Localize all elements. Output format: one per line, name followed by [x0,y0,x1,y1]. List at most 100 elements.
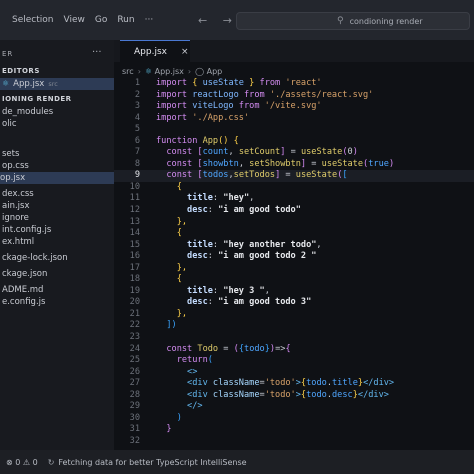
file-tree-item[interactable]: ckage-lock.json [2,252,68,264]
code-line[interactable]: 22 ]) [114,320,474,332]
open-editor-item[interactable]: ⚛ App.jsx src [0,78,114,90]
code-token: ( [207,355,213,366]
code-token: import [156,112,193,123]
command-center[interactable]: ⚲ condioning render [236,12,470,30]
code-line[interactable]: 3 import viteLogo from '/vite.svg' [114,101,474,113]
code-line[interactable]: 15 title: "hey another todo", [114,240,474,252]
code-token: { [192,78,203,88]
file-tree-item[interactable]: int.config.js [2,224,51,236]
code-line[interactable]: 12 desc: "i am good todo" [114,205,474,217]
code-text: }, [156,263,187,275]
menu-run[interactable]: Run [117,15,134,25]
menu-selection[interactable]: Selection [12,15,53,25]
code-token: '/vite.svg' [264,101,322,112]
file-tree-item[interactable]: ain.jsx [2,200,29,212]
line-number: 27 [129,378,140,389]
menu-go[interactable]: Go [95,15,107,25]
file-tree-item[interactable]: ADME.md [2,284,43,296]
code-token: 'react' [285,78,322,88]
code-line[interactable]: 16 desc: "i am good todo 2 " [114,251,474,263]
close-icon[interactable]: × [181,47,189,57]
project-section[interactable]: IONING RENDER [2,95,72,103]
code-line[interactable]: 28 <div className='todo'>{todo.desc}</di… [114,390,474,402]
line-number: 28 [129,389,140,400]
code-token: "hey" [223,193,250,204]
code-token: { [176,228,182,239]
code-token: "i am good todo 2 " [218,251,317,262]
file-tree-item[interactable]: dex.css [2,188,34,200]
breadcrumb-file[interactable]: App.jsx [155,67,184,76]
breadcrumb: src › ⚛ App.jsx › ◯ App [122,67,222,76]
line-number: 20 [129,297,140,308]
code-text: }, [156,217,187,229]
code-token: <> [187,366,198,377]
code-view[interactable]: 1 import { useState } from 'react' 2 import… [114,78,474,448]
breadcrumb-src[interactable]: src [122,67,134,76]
code-line[interactable]: 30 ) [114,413,474,425]
code-line[interactable]: 23 [114,332,474,344]
file-tree-item[interactable]: olic [2,118,17,130]
code-token: "i am good todo 3" [218,297,312,308]
code-line[interactable]: 8 const [showbtn, setShowbtn] = useState… [114,159,474,171]
react-file-icon: ⚛ [2,79,10,88]
line-number: 1 [134,78,140,88]
code-line[interactable]: 29 </> [114,401,474,413]
code-line[interactable]: 32 [114,436,474,448]
code-line[interactable]: 20 desc: "i am good todo 3" [114,297,474,309]
code-token: </> [187,401,203,412]
code-line[interactable]: 13 }, [114,217,474,229]
code-text: <div className='todo'>{todo.title}</div> [156,378,394,390]
code-line[interactable]: 9 const [todos,setTodos] = useState([ [114,170,474,182]
line-number: 4 [134,112,140,123]
code-line[interactable]: 19 title: "hey 3 ", [114,286,474,298]
file-tree-item[interactable]: op.css [2,160,29,172]
file-tree-item[interactable]: sets [2,148,19,160]
file-tree-item[interactable]: op.jsx [0,172,114,184]
code-line[interactable]: 25 return( [114,355,474,367]
line-number: 31 [129,424,140,435]
code-line[interactable]: 10 { [114,182,474,194]
code-token: , [316,239,322,250]
file-tree-item[interactable]: ex.html [2,236,34,248]
menu-view[interactable]: View [63,15,84,25]
tab-app-jsx[interactable]: App.jsx × [120,40,190,63]
line-number: 9 [134,170,140,181]
explorer-more-button[interactable]: ··· [92,47,102,58]
code-line[interactable]: 17 }, [114,263,474,275]
code-line[interactable]: 1 import { useState } from 'react' [114,78,474,90]
code-line[interactable]: 7 const [count, setCount] = useState(0) [114,147,474,159]
code-line[interactable]: 4 import './App.css' [114,113,474,125]
code-line[interactable]: 24 const Todo = ({todo})=>{ [114,344,474,356]
file-tree-item[interactable]: e.config.js [2,296,45,308]
file-tree-item[interactable]: de_modules [2,106,53,118]
code-line[interactable]: 11 title: "hey", [114,193,474,205]
open-editors-section[interactable]: EDITORS [2,67,40,75]
command-center-text: condioning render [349,16,423,26]
code-line[interactable]: 6 function App() { [114,136,474,148]
code-line[interactable]: 27 <div className='todo'>{todo.title}</d… [114,378,474,390]
code-line[interactable]: 31 } [114,424,474,436]
code-line[interactable]: 26 <> [114,367,474,379]
code-token: { [285,343,291,354]
code-line[interactable]: 21 }, [114,309,474,321]
code-line[interactable]: 5 [114,124,474,136]
code-token: , [249,193,255,204]
problems-indicator[interactable]: ⊗ 0 ⚠ 0 [6,458,38,467]
code-line[interactable]: 14 { [114,228,474,240]
line-number: 17 [129,262,140,273]
code-token: = [306,158,322,169]
line-number: 30 [129,412,140,423]
breadcrumb-symbol[interactable]: App [207,67,223,76]
menu-more[interactable]: ··· [145,15,154,25]
code-token: : [212,239,224,250]
file-tree-item[interactable]: ckage.json [2,268,47,280]
line-number: 32 [129,435,140,446]
file-tree-item[interactable]: ignore [2,212,29,224]
nav-arrows[interactable]: ← → [198,14,238,27]
code-line[interactable]: 2 import reactLogo from './assets/react.s… [114,90,474,102]
code-line[interactable]: 18 { [114,274,474,286]
